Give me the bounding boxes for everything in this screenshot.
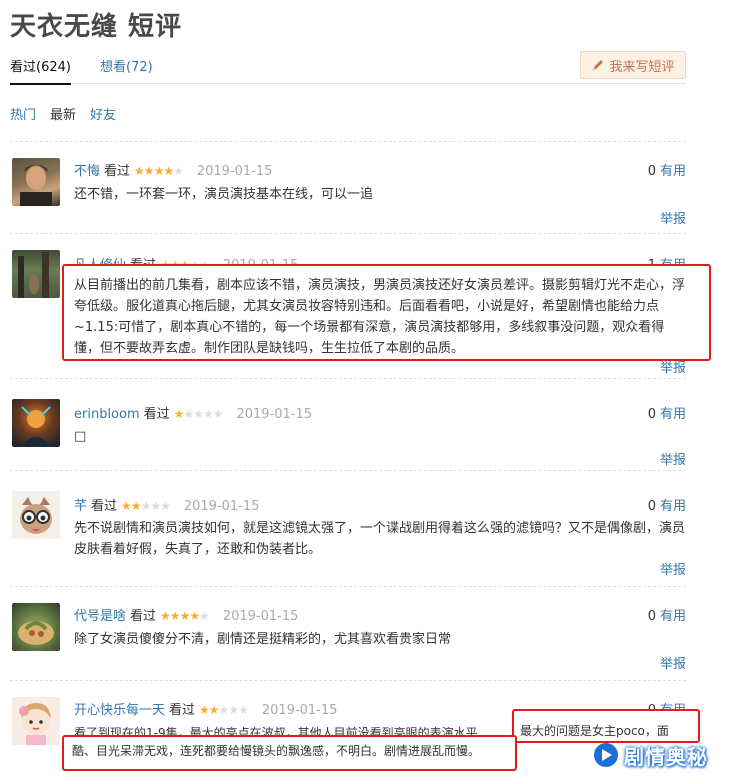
star-empty-icon: ★ bbox=[183, 407, 194, 421]
star-filled-icon: ★ bbox=[134, 164, 145, 178]
comment-date: 2019-01-15 bbox=[222, 609, 299, 624]
star-empty-icon: ★ bbox=[212, 407, 224, 421]
avatar[interactable] bbox=[12, 603, 60, 651]
star-empty-icon: ★ bbox=[173, 164, 184, 178]
rating-stars: ★★★★★ bbox=[173, 407, 224, 421]
report-link[interactable]: 举报 bbox=[660, 449, 686, 468]
useful-label: 有用 bbox=[659, 164, 686, 179]
tab-seen[interactable]: 看过(624) bbox=[10, 56, 71, 85]
seen-label: 看过 bbox=[91, 499, 118, 514]
comment-item: erinbloom 看过 ★★★★★ 2019-01-15 0 有用 □ 举报 bbox=[10, 378, 686, 470]
avatar[interactable] bbox=[12, 250, 60, 298]
star-empty-icon: ★ bbox=[238, 703, 249, 717]
vote-count: 0 bbox=[647, 499, 656, 514]
star-empty-icon: ★ bbox=[150, 499, 161, 513]
star-filled-icon: ★ bbox=[160, 609, 171, 623]
star-filled-icon: ★ bbox=[189, 609, 200, 623]
comment-text: 还不错，一环套一环，演员演技基本在线，可以一追 bbox=[74, 187, 374, 202]
vote-count: 0 bbox=[647, 407, 656, 422]
comment-item: 代号是啥 看过 ★★★★★ 2019-01-15 0 有用 除了女演员傻傻分不清，剧情还… bbox=[10, 586, 686, 680]
tab-wish[interactable]: 想看(72) bbox=[100, 56, 153, 83]
comment-item: 凡人修仙看过★★★★★2019-01-15 1有用 从目前播出的前几集看，剧本应… bbox=[10, 233, 711, 378]
comment-date: 2019-01-15 bbox=[236, 407, 313, 422]
sort-filters: 热门 最新 好友 bbox=[10, 104, 130, 123]
write-review-label: 我来写短评 bbox=[609, 59, 675, 75]
comment-text: 先不说剧情和演员演技如何，就是这滤镜太强了，一个谍战剧用得着这么强的滤镜吗？又不… bbox=[74, 521, 686, 557]
watermark-text: 剧情奥秘 bbox=[624, 744, 708, 769]
star-empty-icon: ★ bbox=[228, 703, 239, 717]
useful-vote[interactable]: 0有用 bbox=[648, 160, 686, 179]
rating-stars: ★★★★★ bbox=[160, 609, 210, 623]
avatar[interactable] bbox=[12, 399, 60, 447]
star-filled-icon: ★ bbox=[130, 499, 142, 513]
useful-vote[interactable]: 0有用 bbox=[648, 605, 686, 624]
filter-hot[interactable]: 热门 bbox=[10, 108, 36, 123]
filter-friends[interactable]: 好友 bbox=[90, 108, 116, 123]
star-filled-icon: ★ bbox=[208, 703, 220, 717]
vote-count: 0 bbox=[647, 164, 656, 179]
star-filled-icon: ★ bbox=[179, 609, 191, 623]
comment-item: 不悔 看过 ★★★★★ 2019-01-15 0 有用 还不错，一环套一环，演员演技基本… bbox=[10, 141, 686, 233]
comment-date: 2019-01-15 bbox=[261, 703, 338, 718]
filter-newest[interactable]: 最新 bbox=[50, 108, 76, 123]
star-empty-icon: ★ bbox=[202, 407, 214, 421]
rating-stars: ★★★★★ bbox=[199, 703, 249, 717]
star-empty-icon: ★ bbox=[193, 407, 204, 421]
seen-label: 看过 bbox=[130, 609, 157, 624]
logo-icon bbox=[594, 743, 618, 767]
comment-user[interactable]: 开心快乐每一天 bbox=[74, 703, 165, 718]
star-filled-icon: ★ bbox=[143, 164, 155, 178]
comment-meta: 不悔 看过 ★★★★★ 2019-01-15 bbox=[74, 160, 272, 179]
watermark: 剧情奥秘 bbox=[592, 732, 742, 778]
star-filled-icon: ★ bbox=[199, 703, 210, 717]
report-link[interactable]: 举报 bbox=[660, 208, 686, 227]
rating-stars: ★★★★★ bbox=[134, 164, 184, 178]
comment-user[interactable]: 代号是啥 bbox=[74, 609, 126, 624]
star-filled-icon: ★ bbox=[153, 164, 165, 178]
avatar[interactable] bbox=[12, 697, 60, 745]
comment-meta: erinbloom 看过 ★★★★★ 2019-01-15 bbox=[74, 403, 312, 422]
pencil-icon bbox=[593, 60, 604, 70]
comment-user[interactable]: 不悔 bbox=[74, 164, 100, 179]
page-title: 天衣无缝 短评 bbox=[10, 12, 183, 42]
star-empty-icon: ★ bbox=[199, 609, 210, 623]
comment-item: 芊看过 ★★★★★ 2019-01-15 0 有用 先不说剧情和演员演技如何，就是这滤… bbox=[10, 470, 686, 586]
comment-date: 2019-01-15 bbox=[183, 499, 260, 514]
star-empty-icon: ★ bbox=[160, 499, 171, 513]
vote-count: 0 bbox=[647, 609, 656, 624]
star-empty-icon: ★ bbox=[140, 499, 152, 513]
comment-text: 除了女演员傻傻分不清，剧情还是挺精彩的，尤其喜欢看贵家日常 bbox=[74, 632, 452, 647]
report-link[interactable]: 举报 bbox=[660, 559, 686, 578]
avatar[interactable] bbox=[12, 491, 60, 539]
comment-text: 从目前播出的前几集看，剧本应该不错，演员演技，男演员演技还好女演员差评。摄影剪辑… bbox=[74, 278, 686, 356]
useful-vote[interactable]: 0有用 bbox=[648, 495, 686, 514]
write-review-button[interactable]: 我来写短评 bbox=[580, 51, 686, 79]
star-filled-icon: ★ bbox=[173, 407, 185, 421]
comment-user[interactable]: erinbloom bbox=[74, 407, 140, 422]
useful-label: 有用 bbox=[659, 407, 686, 422]
rating-stars: ★★★★★ bbox=[121, 499, 171, 513]
comment-item: 开心快乐每一天看过★★★★★2019-01-15 0有用 看了到现在的1-9集，… bbox=[10, 680, 700, 784]
comment-text-line2: 酷、目光呆滞无戏，连死都要给慢镜头的飘逸感，不明白。剧情进展乱而慢。 bbox=[72, 744, 481, 758]
comment-user[interactable]: 芊 bbox=[74, 499, 87, 514]
comment-meta: 开心快乐每一天 看过 ★★★★★ 2019-01-15 bbox=[74, 699, 337, 718]
comment-date: 2019-01-15 bbox=[196, 164, 273, 179]
avatar[interactable] bbox=[12, 158, 60, 206]
comment-meta: 芊看过 ★★★★★ 2019-01-15 bbox=[74, 495, 259, 514]
seen-label: 看过 bbox=[143, 407, 170, 422]
report-link[interactable]: 举报 bbox=[660, 357, 686, 376]
star-filled-icon: ★ bbox=[169, 609, 181, 623]
useful-label: 有用 bbox=[659, 499, 686, 514]
star-filled-icon: ★ bbox=[163, 164, 174, 178]
seen-label: 看过 bbox=[104, 164, 131, 179]
useful-vote[interactable]: 0有用 bbox=[648, 403, 686, 422]
report-link[interactable]: 举报 bbox=[660, 653, 686, 672]
comment-meta: 代号是啥 看过 ★★★★★ 2019-01-15 bbox=[74, 605, 298, 624]
star-empty-icon: ★ bbox=[218, 703, 230, 717]
useful-label: 有用 bbox=[659, 609, 686, 624]
comment-text: □ bbox=[74, 429, 87, 444]
seen-label: 看过 bbox=[169, 703, 196, 718]
star-filled-icon: ★ bbox=[121, 499, 132, 513]
